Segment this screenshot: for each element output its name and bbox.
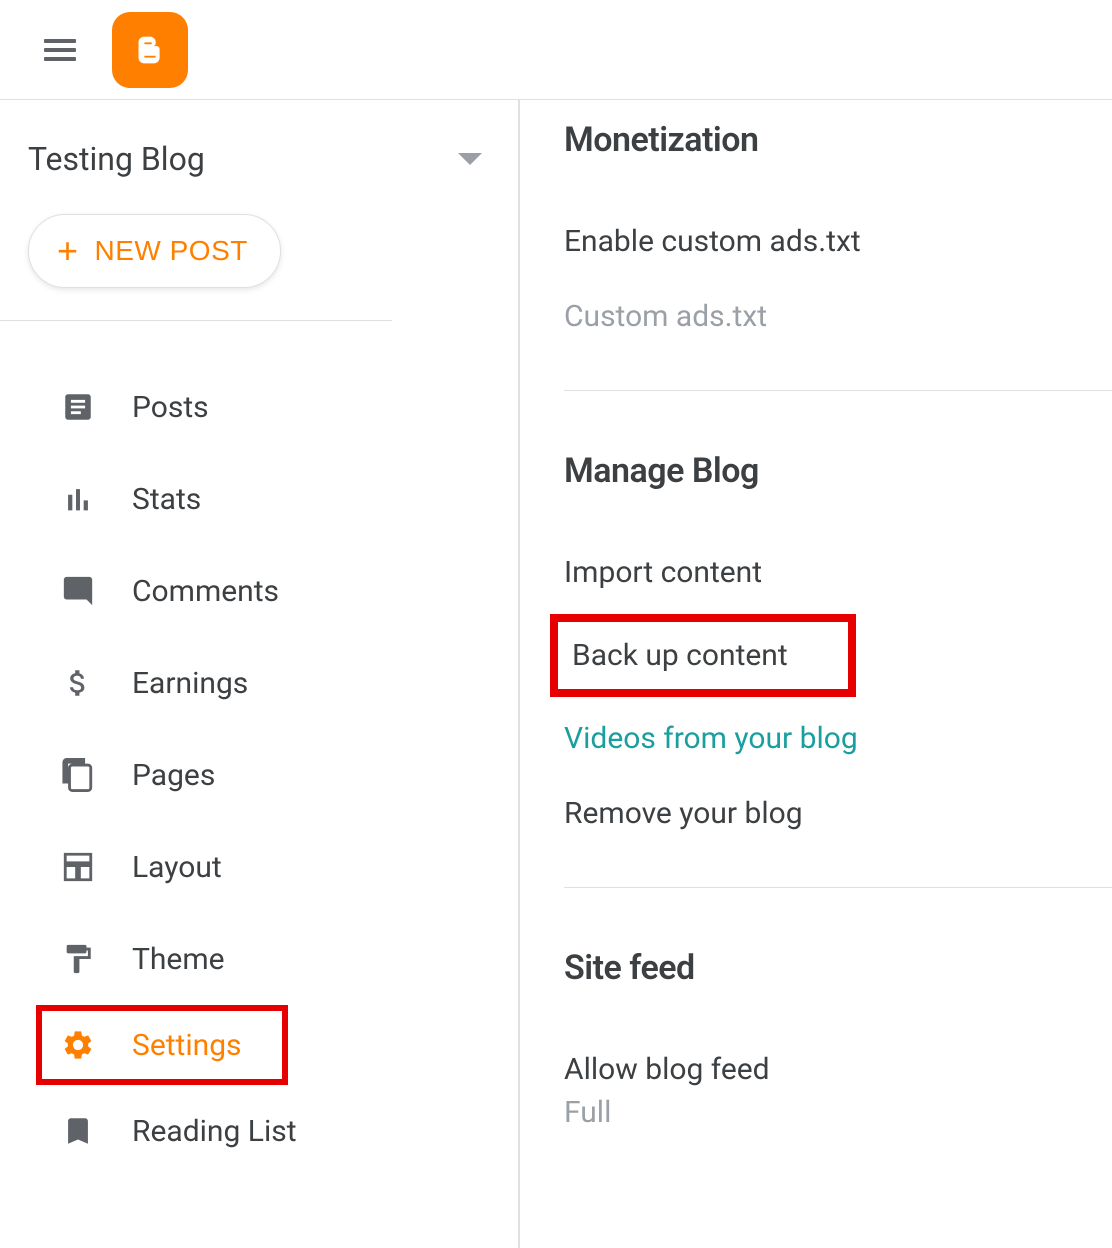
- earnings-icon: [60, 665, 96, 701]
- posts-icon: [60, 389, 96, 425]
- blog-selector-dropdown[interactable]: Testing Blog: [0, 100, 518, 202]
- nav-label: Comments: [132, 574, 279, 609]
- highlight-annotation-settings: Settings: [36, 1005, 288, 1085]
- nav-label: Posts: [132, 390, 209, 425]
- sidebar-item-pages[interactable]: Pages: [0, 729, 518, 821]
- app-header: [0, 0, 1112, 100]
- nav-label: Pages: [132, 758, 215, 793]
- new-post-button[interactable]: + NEW POST: [28, 214, 281, 288]
- nav-label: Earnings: [132, 666, 248, 701]
- new-post-label: NEW POST: [95, 235, 248, 267]
- setting-backup-content[interactable]: Back up content: [572, 626, 788, 685]
- pages-icon: [60, 757, 96, 793]
- nav-label: Layout: [132, 850, 222, 885]
- setting-allow-blog-feed[interactable]: Allow blog feed: [564, 1032, 1112, 1091]
- bookmark-icon: [60, 1113, 96, 1149]
- setting-allow-blog-feed-value: Full: [564, 1095, 1112, 1130]
- sidebar-item-posts[interactable]: Posts: [0, 361, 518, 453]
- sidebar-item-stats[interactable]: Stats: [0, 453, 518, 545]
- section-heading-site-feed: Site feed: [564, 948, 1112, 988]
- sidebar-item-reading-list[interactable]: Reading List: [0, 1085, 518, 1177]
- sidebar-item-comments[interactable]: Comments: [0, 545, 518, 637]
- blog-title: Testing Blog: [28, 140, 205, 178]
- nav-label: Stats: [132, 482, 201, 517]
- stats-icon: [60, 481, 96, 517]
- theme-icon: [60, 941, 96, 977]
- highlight-annotation-backup: Back up content: [550, 614, 856, 697]
- sidebar-item-theme[interactable]: Theme: [0, 913, 518, 1005]
- menu-toggle-button[interactable]: [32, 27, 88, 73]
- setting-videos-link[interactable]: Videos from your blog: [564, 701, 1112, 776]
- nav-label: Settings: [132, 1028, 242, 1063]
- section-site-feed: Site feed Allow blog feed Full: [564, 948, 1112, 1130]
- gear-icon: [60, 1027, 96, 1063]
- setting-label: Allow blog feed: [564, 1052, 1112, 1087]
- chevron-down-icon: [458, 153, 482, 165]
- blogger-icon: [127, 27, 173, 73]
- main-container: Testing Blog + NEW POST Posts Stats: [0, 100, 1112, 1248]
- nav-label: Reading List: [132, 1114, 297, 1149]
- section-monetization: Monetization Enable custom ads.txt Custo…: [564, 120, 1112, 354]
- nav-label: Theme: [132, 942, 225, 977]
- section-heading-monetization: Monetization: [564, 120, 1112, 160]
- sidebar: Testing Blog + NEW POST Posts Stats: [0, 100, 520, 1248]
- comments-icon: [60, 573, 96, 609]
- setting-enable-ads-txt[interactable]: Enable custom ads.txt: [564, 204, 1112, 279]
- divider: [564, 887, 1112, 888]
- divider: [564, 390, 1112, 391]
- section-manage-blog: Manage Blog Import content Back up conte…: [564, 451, 1112, 851]
- setting-remove-blog[interactable]: Remove your blog: [564, 776, 1112, 851]
- sidebar-item-earnings[interactable]: Earnings: [0, 637, 518, 729]
- nav-list: Posts Stats Comments Earnings: [0, 321, 518, 1177]
- blogger-logo[interactable]: [112, 12, 188, 88]
- sidebar-item-layout[interactable]: Layout: [0, 821, 518, 913]
- layout-icon: [60, 849, 96, 885]
- main-content: Monetization Enable custom ads.txt Custo…: [520, 100, 1112, 1248]
- sidebar-item-settings[interactable]: Settings: [42, 1011, 282, 1079]
- setting-import-content[interactable]: Import content: [564, 535, 1112, 610]
- section-heading-manage-blog: Manage Blog: [564, 451, 1112, 491]
- setting-custom-ads-txt: Custom ads.txt: [564, 279, 1112, 354]
- plus-icon: +: [57, 233, 79, 269]
